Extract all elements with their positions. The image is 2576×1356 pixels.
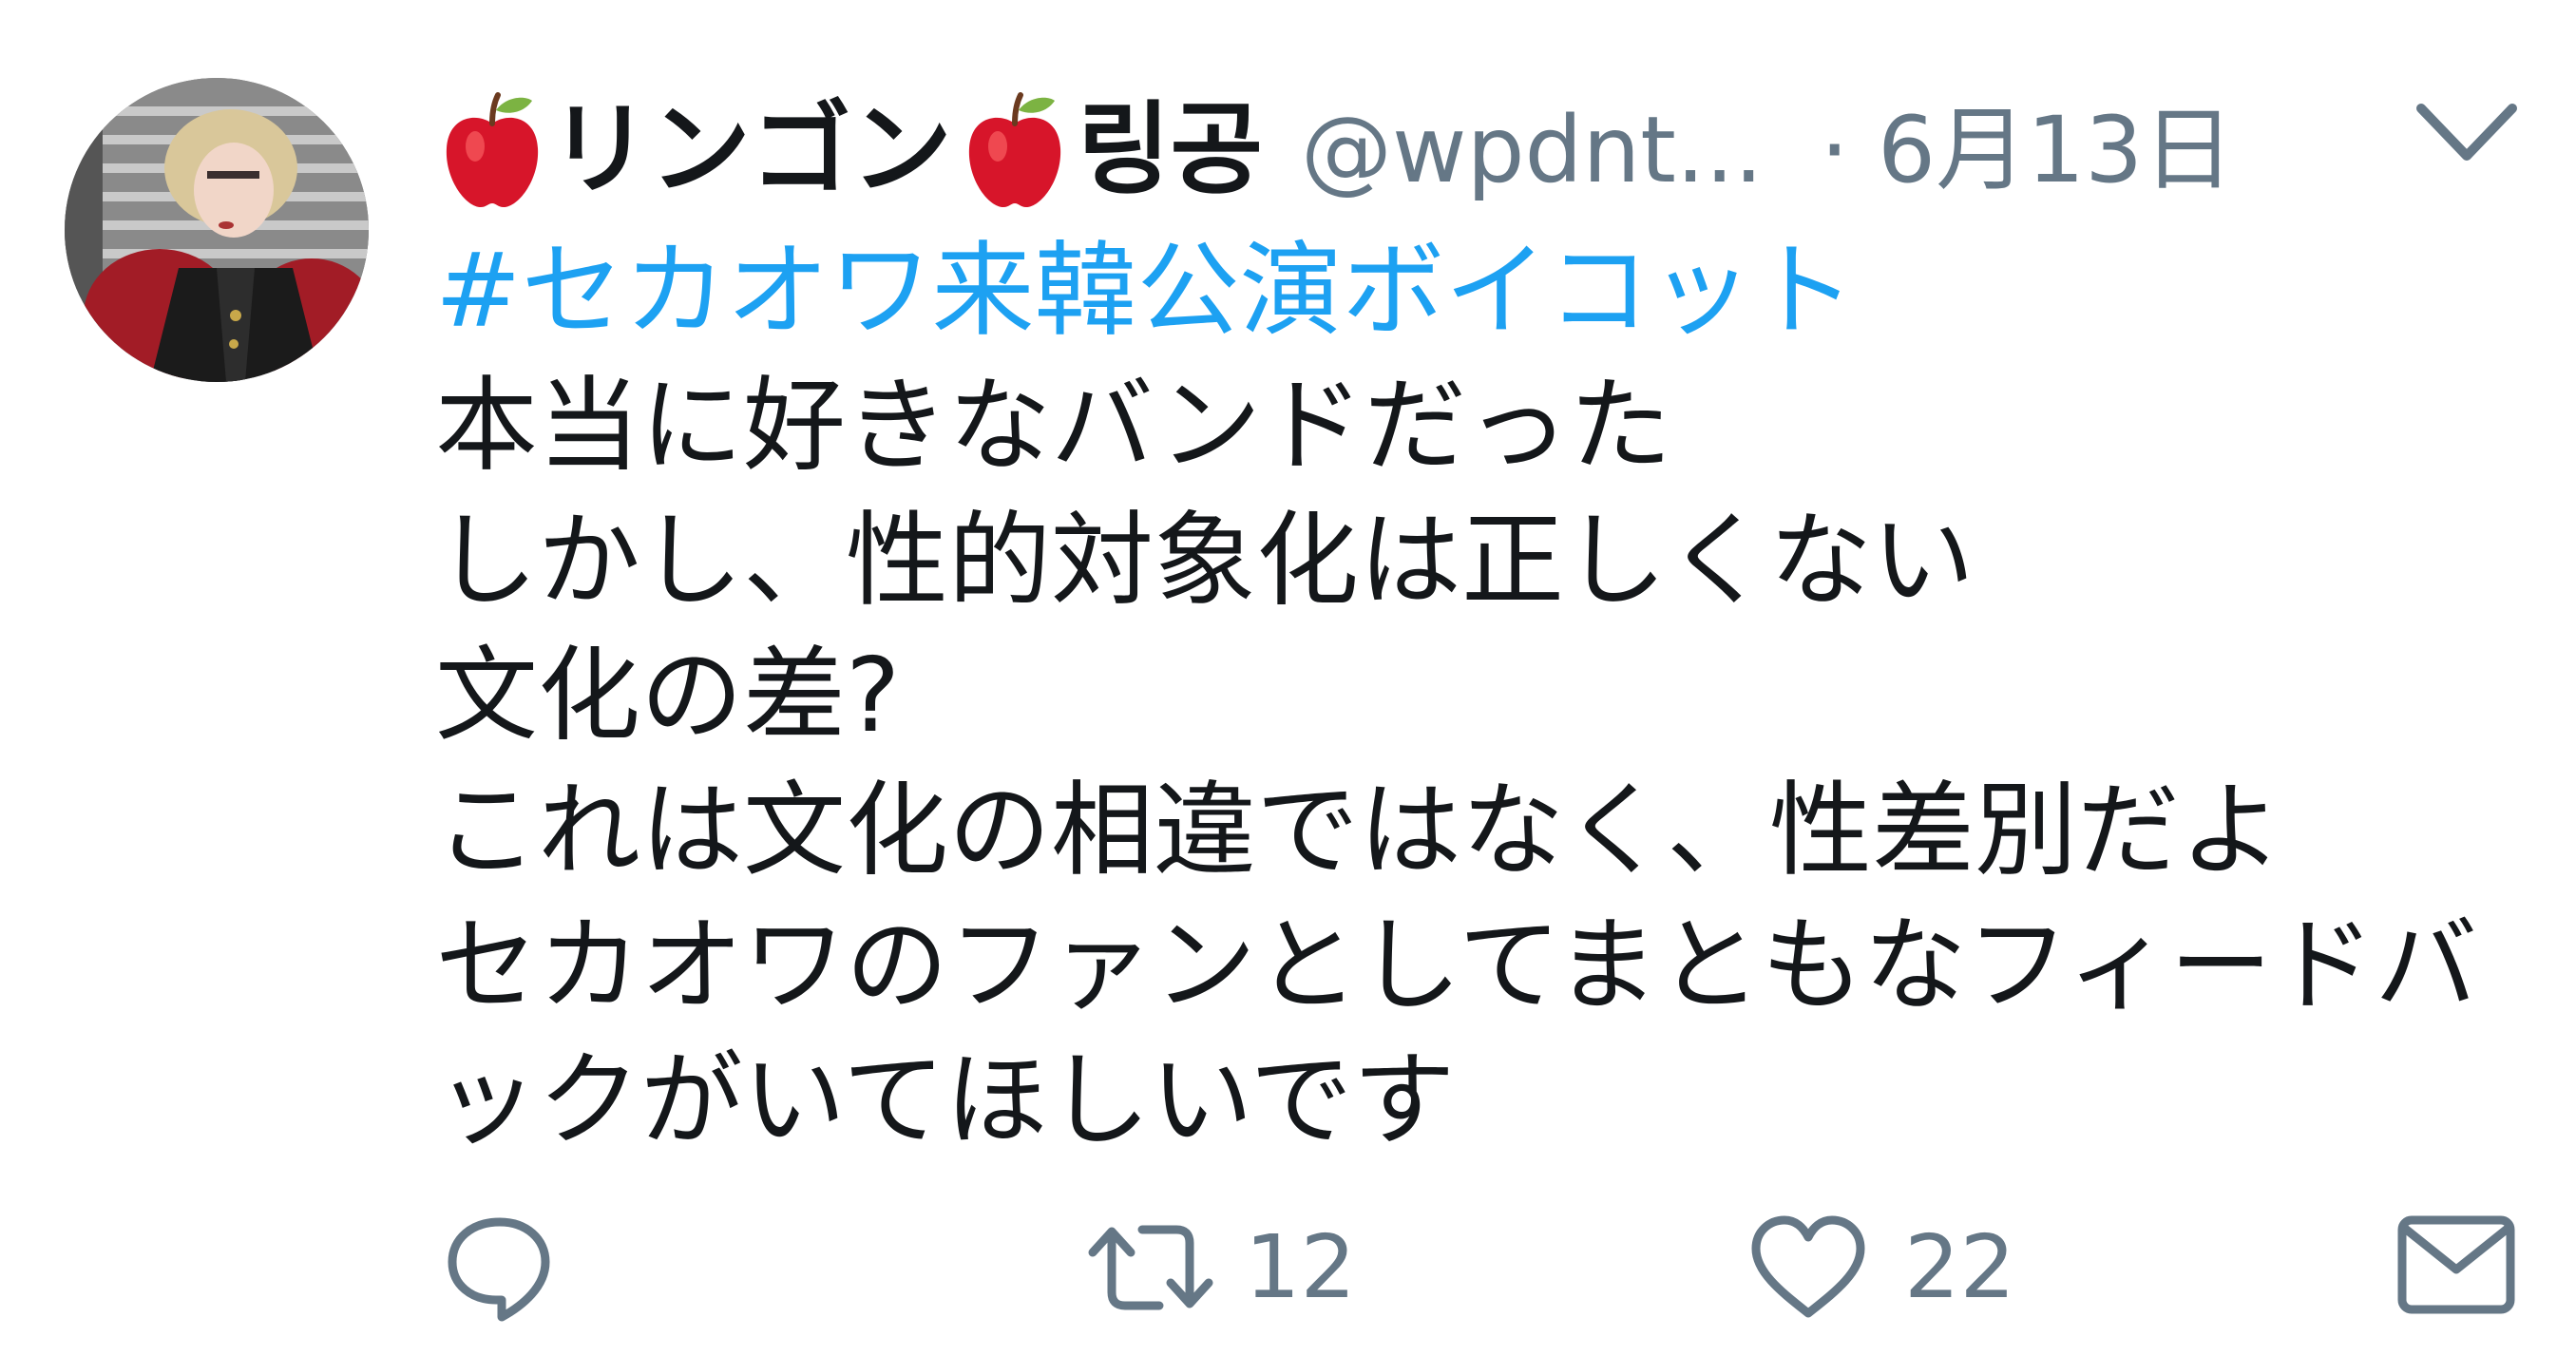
reply-icon — [448, 1217, 550, 1322]
like-count: 22 — [1904, 1216, 2016, 1318]
retweet-button[interactable]: 12 — [1079, 1211, 1356, 1325]
avatar[interactable] — [65, 78, 369, 382]
display-name[interactable]: リンゴン — [549, 100, 952, 201]
heart-icon — [1751, 1215, 1865, 1318]
tweet-text-line: セカオワのファンとしてまともなフィードバ — [435, 907, 2478, 1025]
retweet-count: 12 — [1245, 1216, 1357, 1318]
display-name-korean[interactable]: 링공 — [1078, 100, 1263, 201]
hashtag-link[interactable]: #セカオワ来韓公演ボイコット — [435, 224, 2526, 359]
tweet[interactable]: リンゴン 링공 @wpdnt... · 6月13日 #セカオワ来韓公演ボイコット… — [0, 0, 2576, 1356]
action-bar: 12 22 — [0, 1199, 2576, 1332]
tweet-header: リンゴン 링공 @wpdnt... · 6月13日 — [439, 74, 2529, 226]
envelope-icon — [2397, 1215, 2515, 1314]
red-apple-icon — [962, 91, 1068, 209]
tweet-date[interactable]: 6月13日 — [1878, 105, 2234, 196]
separator-dot: · — [1820, 97, 1849, 203]
tweet-text-line: 本当に好きなバンドだった — [435, 367, 1672, 486]
retweet-icon — [1088, 1225, 1213, 1310]
like-button[interactable]: 22 — [1746, 1211, 2015, 1325]
tweet-text-line: 文化の差? — [435, 637, 901, 755]
tweet-text-line: しかし、性的対象化は正しくない — [435, 502, 1975, 621]
tweet-body: #セカオワ来韓公演ボイコット 本当に好きなバンドだった しかし、性的対象化は正し… — [435, 224, 2526, 1169]
user-handle[interactable]: @wpdnt... — [1301, 105, 1763, 196]
tweet-text-line: これは文化の相違ではなく、性差別だよ — [435, 772, 2283, 890]
direct-message-button[interactable] — [2395, 1213, 2518, 1317]
reply-button[interactable] — [443, 1211, 557, 1325]
chevron-down-icon[interactable] — [2414, 99, 2520, 169]
tweet-text-line: ックがいてほしいです — [435, 1041, 1456, 1160]
avatar-image — [65, 78, 369, 382]
red-apple-icon — [439, 91, 545, 209]
